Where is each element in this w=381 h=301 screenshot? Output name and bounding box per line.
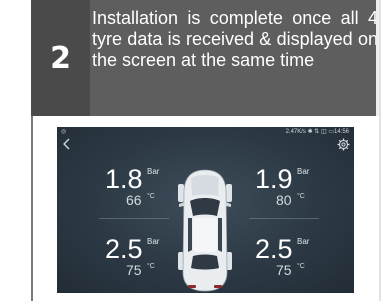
status-right: 2.47K/s ✱ ⇅ ◫ ▭14:56 xyxy=(285,129,349,135)
divider-left xyxy=(99,218,169,219)
manual-page: 2 Installation is complete once all 4 ty… xyxy=(0,0,381,301)
tyre-rear-left: 2.5 Bar 75 °C xyxy=(105,236,175,280)
status-bar: ◎ 2.47K/s ✱ ⇅ ◫ ▭14:56 xyxy=(57,127,354,137)
settings-icon[interactable] xyxy=(337,138,350,151)
temperature-unit: °C xyxy=(147,263,155,270)
car-top-view-icon xyxy=(178,169,232,292)
frame-left-line xyxy=(31,116,33,301)
temperature-value: 66 xyxy=(126,192,142,208)
pressure-unit: Bar xyxy=(297,167,310,176)
pressure-value: 2.5 xyxy=(255,234,293,264)
temperature-value: 80 xyxy=(276,192,292,208)
divider-right xyxy=(249,218,319,219)
pressure-value: 1.8 xyxy=(105,164,143,194)
pressure-unit: Bar xyxy=(147,167,160,176)
step-instruction-text: Installation is complete once all 4 tyre… xyxy=(92,8,378,70)
step-number: 2 xyxy=(50,40,71,76)
status-left: ◎ xyxy=(61,129,67,135)
pressure-unit: Bar xyxy=(147,237,160,246)
pressure-value: 2.5 xyxy=(105,234,143,264)
step-number-box: 2 xyxy=(31,0,90,116)
temperature-unit: °C xyxy=(297,263,305,270)
temperature-value: 75 xyxy=(126,262,142,278)
tpms-screen: ◎ 2.47K/s ✱ ⇅ ◫ ▭14:56 1.8 Bar 66 °C 1.9… xyxy=(57,127,354,293)
instruction-banner: 2 Installation is complete once all 4 ty… xyxy=(31,0,381,116)
temperature-value: 75 xyxy=(276,262,292,278)
pressure-value: 1.9 xyxy=(255,164,293,194)
back-icon[interactable] xyxy=(61,138,73,150)
tyre-front-left: 1.8 Bar 66 °C xyxy=(105,166,175,210)
pressure-unit: Bar xyxy=(297,237,310,246)
temperature-unit: °C xyxy=(297,193,305,200)
tyre-rear-right: 2.5 Bar 75 °C xyxy=(255,236,325,280)
temperature-unit: °C xyxy=(147,193,155,200)
tyre-front-right: 1.9 Bar 80 °C xyxy=(255,166,325,210)
